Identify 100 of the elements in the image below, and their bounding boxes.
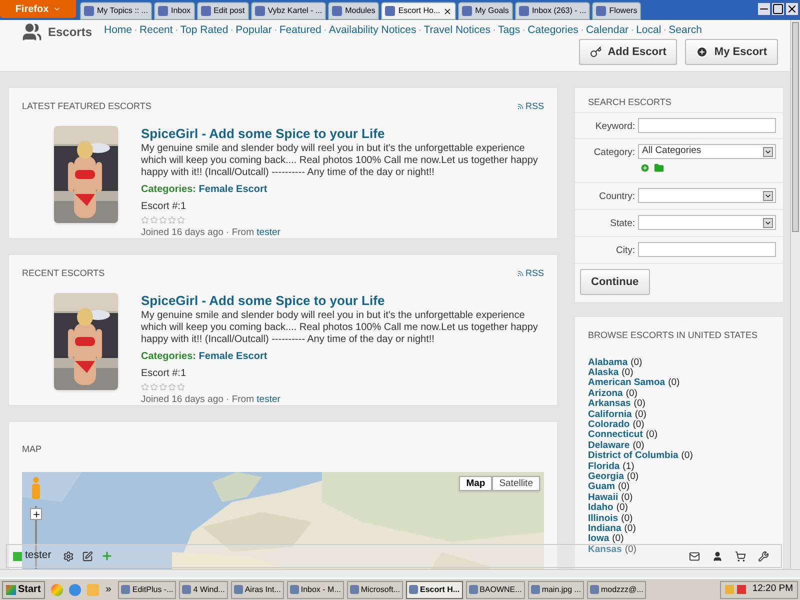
mail-icon [689,550,700,562]
app-icon [530,585,540,594]
state-link[interactable]: Arkansas [588,399,631,410]
taskbar-button[interactable]: 4 Wind... [179,580,228,598]
joined-line: Joined 16 days ago · From tester [141,226,282,240]
taskbar-button[interactable]: main.jpg ... [528,580,584,598]
text-field[interactable] [638,118,776,133]
nav-link[interactable]: Tags [498,23,520,39]
rss-icon [517,270,524,278]
state-link[interactable]: Arizona [588,388,623,399]
state-link[interactable]: California [588,410,632,420]
state-count: (0) [646,430,658,440]
nav-link[interactable]: Recent [140,23,173,39]
nav-separator: · [133,23,139,38]
browser-tab[interactable]: My Topics :: ... [80,2,152,20]
app-icon [468,585,478,594]
nav-link[interactable]: Top Rated [180,23,228,39]
nav-link[interactable]: Travel Notices [424,23,490,39]
category-link[interactable]: Female Escort [198,350,268,362]
author-link[interactable]: tester [256,394,280,404]
browser-tab[interactable]: Inbox (263) - ... [514,2,590,20]
taskbar-button[interactable]: EditPlus -... [118,580,176,598]
state-link[interactable]: Iowa [588,534,610,544]
user-link[interactable]: tester [25,548,52,564]
browser-tab[interactable]: Edit post [196,2,249,20]
state-link[interactable]: Kansas [588,544,622,555]
state-link[interactable]: Guam [588,482,615,492]
browser-tab[interactable]: Escort Ho... [381,2,456,20]
state-count: (0) [626,388,638,399]
nav-link[interactable]: Home [104,23,132,39]
browser-tab[interactable]: Flowers [592,2,642,20]
nav-link[interactable]: Local [636,23,662,39]
wrench-icon [758,550,769,562]
select-field[interactable]: All Categories [638,144,776,159]
browser-tab[interactable]: Inbox [154,2,195,20]
state-link[interactable]: Delaware [588,440,630,451]
firefox-menu-button[interactable]: Firefox [0,0,76,18]
app-icon [409,585,418,594]
state-link[interactable]: Connecticut [588,430,643,440]
taskbar-button[interactable]: Escort H... [406,580,463,598]
page-icon [200,6,211,16]
state-link[interactable]: Florida [588,462,620,472]
listing-title[interactable]: SpiceGirl - Add some Spice to your Life [141,126,544,140]
state-link[interactable]: Hawaii [588,492,618,503]
state-link[interactable]: Illinois [588,514,618,524]
state-count: (0) [624,544,636,555]
taskbar-button[interactable]: Microsoft... [346,580,403,598]
nav-link[interactable]: Search [668,23,702,39]
author-link[interactable]: tester [256,226,280,238]
horizontal-scrollbar[interactable] [0,569,800,578]
state-link[interactable]: American Samoa [588,378,666,388]
browser-icon [50,584,63,596]
my-escort-button[interactable]: My Escort [685,39,778,65]
add-escort-button[interactable]: Add Escort [578,39,678,65]
state-count: (0) [668,378,680,388]
vertical-scrollbar[interactable] [790,20,800,569]
select-field[interactable] [638,215,776,230]
nav-link[interactable]: Categories [528,23,578,39]
nav-link[interactable]: Availability Notices [328,23,416,39]
state-count: (0) [616,503,628,514]
zoom-in-button[interactable] [30,508,42,520]
state-link[interactable]: Alabama [588,358,628,368]
browser-tab[interactable]: Modules [328,2,380,20]
state-link[interactable]: District of Columbia [588,451,678,462]
state-link[interactable]: Georgia [588,472,624,482]
browser-tab[interactable]: My Goals [458,2,513,20]
add-icon [101,550,114,562]
nav-link[interactable]: Popular [236,23,272,39]
section-heading: BROWSE ESCORTS IN UNITED STATES [588,329,759,342]
plus-icon [32,510,40,518]
listing-title[interactable]: SpiceGirl - Add some Spice to your Life [141,292,544,308]
section-heading: LATEST FEATURED ESCORTS [22,100,152,113]
site-title: Escorts [48,24,92,41]
state-link[interactable]: Indiana [588,524,622,534]
text-field[interactable] [638,242,776,257]
page-icon [84,6,94,16]
rss-link[interactable]: RSS [517,100,544,114]
more-chevron[interactable]: » [106,582,112,597]
nav-link[interactable]: Featured [279,23,322,39]
state-link[interactable]: Idaho [588,503,614,514]
select-field[interactable] [638,188,776,203]
taskbar-button[interactable]: Inbox - M... [286,580,344,598]
browser-tab[interactable]: Vybz Kartel - ... [250,2,326,20]
map-type-button[interactable]: Map [459,476,492,491]
continue-button[interactable]: Continue [580,269,650,296]
nav-link[interactable]: Calendar [586,23,629,39]
start-button[interactable]: Start [2,580,45,598]
state-link[interactable]: Colorado [588,420,630,430]
taskbar-button[interactable]: BAOWNE... [466,580,525,598]
scrollbar-thumb[interactable] [792,22,799,232]
rss-link[interactable]: RSS [517,267,544,280]
taskbar-button[interactable]: modzzz@... [586,580,646,598]
state-link[interactable]: Alaska [588,368,619,378]
section-heading: MAP [22,444,42,454]
category-link[interactable]: Female Escort [198,184,268,194]
page-icon [254,6,265,16]
minimize-icon [758,3,770,15]
taskbar-button[interactable]: Airas Int... [230,580,284,598]
nav-separator: · [521,23,527,38]
map-type-button[interactable]: Satellite [492,476,540,491]
